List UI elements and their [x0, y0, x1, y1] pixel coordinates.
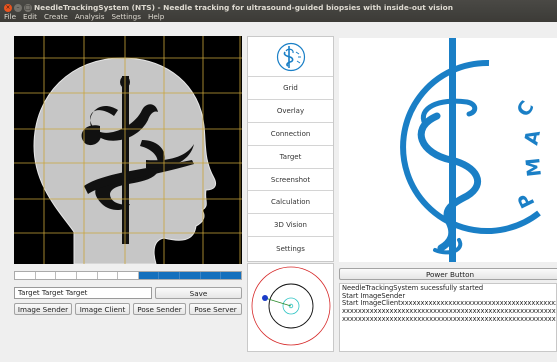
- progress-segment: [159, 272, 181, 279]
- pose-server-button[interactable]: Pose Server: [189, 303, 242, 315]
- progress-segment: [97, 272, 119, 279]
- menu-analysis[interactable]: Analysis: [75, 12, 105, 21]
- menu-help[interactable]: Help: [148, 12, 164, 21]
- pose-sender-button[interactable]: Pose Sender: [133, 303, 186, 315]
- logo-letter-c: C: [513, 97, 539, 120]
- small-logo-cell: [248, 37, 333, 77]
- progress-segment: [56, 272, 77, 279]
- radar-needle-dot: [262, 295, 268, 301]
- menu-settings[interactable]: Settings: [111, 12, 140, 21]
- progress-segment: [15, 272, 36, 279]
- progress-segment: [180, 272, 201, 279]
- progress-segment: [221, 272, 242, 279]
- progress-segment: [35, 272, 57, 279]
- title-bar: × – □ NeedleTrackingSystem (NTS) - Needl…: [0, 0, 557, 22]
- camp-small-logo-icon: [276, 42, 305, 71]
- target-button[interactable]: Target: [248, 145, 333, 169]
- save-button[interactable]: Save: [155, 287, 242, 299]
- progress-segment: [118, 272, 139, 279]
- menu-bar: File Edit Create Analysis Settings Help: [4, 12, 164, 21]
- logo-letter-p: P: [514, 189, 540, 211]
- image-view[interactable]: [14, 36, 242, 264]
- maximize-icon: □: [25, 4, 31, 11]
- maximize-window-button[interactable]: □: [24, 4, 32, 12]
- logo-letters: C A M P: [513, 97, 546, 211]
- 3d-vision-button[interactable]: 3D Vision: [248, 214, 333, 238]
- log-console: NeedleTrackingSystem sucessfully started…: [339, 283, 557, 352]
- settings-button[interactable]: Settings: [248, 237, 333, 261]
- close-window-button[interactable]: ×: [4, 4, 12, 12]
- menu-edit[interactable]: Edit: [23, 12, 37, 21]
- target-input[interactable]: [14, 287, 152, 299]
- window-controls: × – □: [4, 4, 32, 12]
- image-client-button[interactable]: Image Client: [75, 303, 130, 315]
- menu-file[interactable]: File: [4, 12, 16, 21]
- close-icon: ×: [5, 4, 11, 11]
- head-caduceus-image: [14, 36, 242, 264]
- progress-segment: [76, 272, 98, 279]
- menu-create[interactable]: Create: [44, 12, 68, 21]
- target-radar: [247, 263, 334, 352]
- screenshot-button[interactable]: Screenshot: [248, 168, 333, 192]
- connection-button[interactable]: Connection: [248, 122, 333, 146]
- grid-button[interactable]: Grid: [248, 77, 333, 100]
- camp-logo-panel: C A M P: [339, 38, 557, 262]
- progress-segment: [138, 272, 160, 279]
- logo-letter-m: M: [522, 157, 546, 178]
- minimize-icon: –: [16, 4, 20, 11]
- side-menu: Grid Overlay Connection Target Screensho…: [247, 36, 334, 262]
- camp-logo: C A M P: [400, 38, 546, 262]
- logo-letter-a: A: [520, 128, 545, 147]
- radar-graphic: [251, 266, 331, 346]
- window-title: NeedleTrackingSystem (NTS) - Needle trac…: [34, 3, 453, 12]
- image-sender-button[interactable]: Image Sender: [14, 303, 72, 315]
- calculation-button[interactable]: Calculation: [248, 191, 333, 215]
- overlay-button[interactable]: Overlay: [248, 99, 333, 123]
- progress-segment: [200, 272, 222, 279]
- minimize-window-button[interactable]: –: [14, 4, 22, 12]
- power-button[interactable]: Power Button: [339, 268, 557, 280]
- log-line: xxxxxxxxxxxxxxxxxxxxxxxxxxxxxxxxxxxxxxxx…: [342, 314, 556, 323]
- progress-bar: [14, 271, 242, 280]
